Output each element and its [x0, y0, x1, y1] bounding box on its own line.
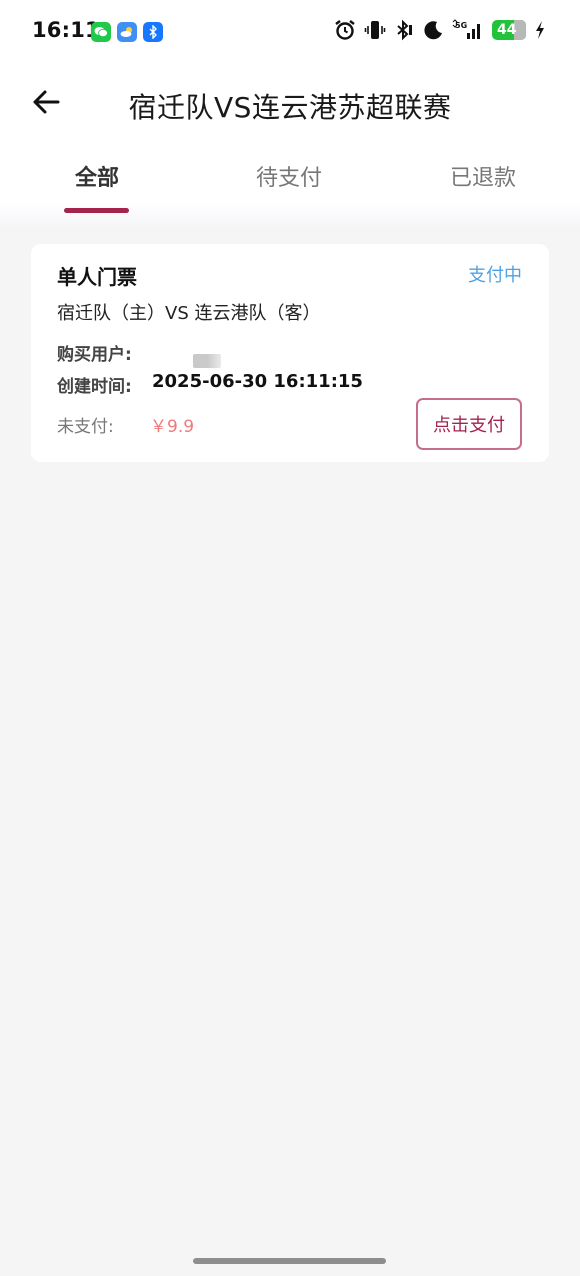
tab-refunded[interactable]: 已退款	[450, 160, 516, 192]
buyer-value-redacted	[193, 354, 221, 368]
match-name: 宿迁队（主）VS 连云港队（客）	[57, 303, 321, 324]
pay-button[interactable]: 点击支付	[416, 398, 522, 450]
wechat-icon	[91, 22, 111, 42]
charging-bolt-icon	[536, 21, 544, 39]
order-card[interactable]: 单人门票 支付中 宿迁队（主）VS 连云港队（客） 购买用户: 创建时间: 20…	[31, 244, 549, 462]
ticket-type: 单人门票	[57, 265, 137, 289]
tab-bar: 全部 待支付 已退款	[0, 146, 580, 226]
order-status-badge: 支付中	[468, 265, 522, 286]
bluetooth-app-icon	[143, 22, 163, 42]
battery-icon: 44	[492, 20, 526, 40]
vibrate-icon	[364, 21, 386, 39]
tab-pending-payment[interactable]: 待支付	[256, 160, 322, 192]
do-not-disturb-moon-icon	[424, 21, 442, 40]
system-icons: 5G 44	[334, 19, 546, 41]
created-time-value: 2025-06-30 16:11:15	[152, 371, 363, 392]
order-amount: ￥9.9	[150, 417, 195, 437]
home-indicator[interactable]	[193, 1258, 386, 1264]
tab-active-indicator	[64, 208, 129, 213]
notification-icons	[91, 22, 163, 42]
status-bar: 16:11 5G 44	[0, 0, 580, 64]
status-time: 16:11	[32, 18, 100, 42]
buyer-label: 购买用户:	[57, 345, 132, 365]
tab-all[interactable]: 全部	[75, 160, 119, 192]
screen: 16:11 5G 44 宿迁队VS连云港苏超联赛 全部 待支付 已退款 单人门票…	[0, 0, 580, 1276]
unpaid-label: 未支付:	[57, 417, 114, 437]
created-time-label: 创建时间:	[57, 377, 132, 397]
page-title: 宿迁队VS连云港苏超联赛	[128, 91, 452, 124]
battery-level: 44	[497, 22, 517, 38]
alarm-icon	[335, 20, 355, 40]
weather-icon	[117, 22, 137, 42]
signal-5g-icon: 5G	[452, 19, 480, 39]
bluetooth-icon	[397, 19, 412, 41]
nav-header: 宿迁队VS连云港苏超联赛	[0, 64, 580, 146]
